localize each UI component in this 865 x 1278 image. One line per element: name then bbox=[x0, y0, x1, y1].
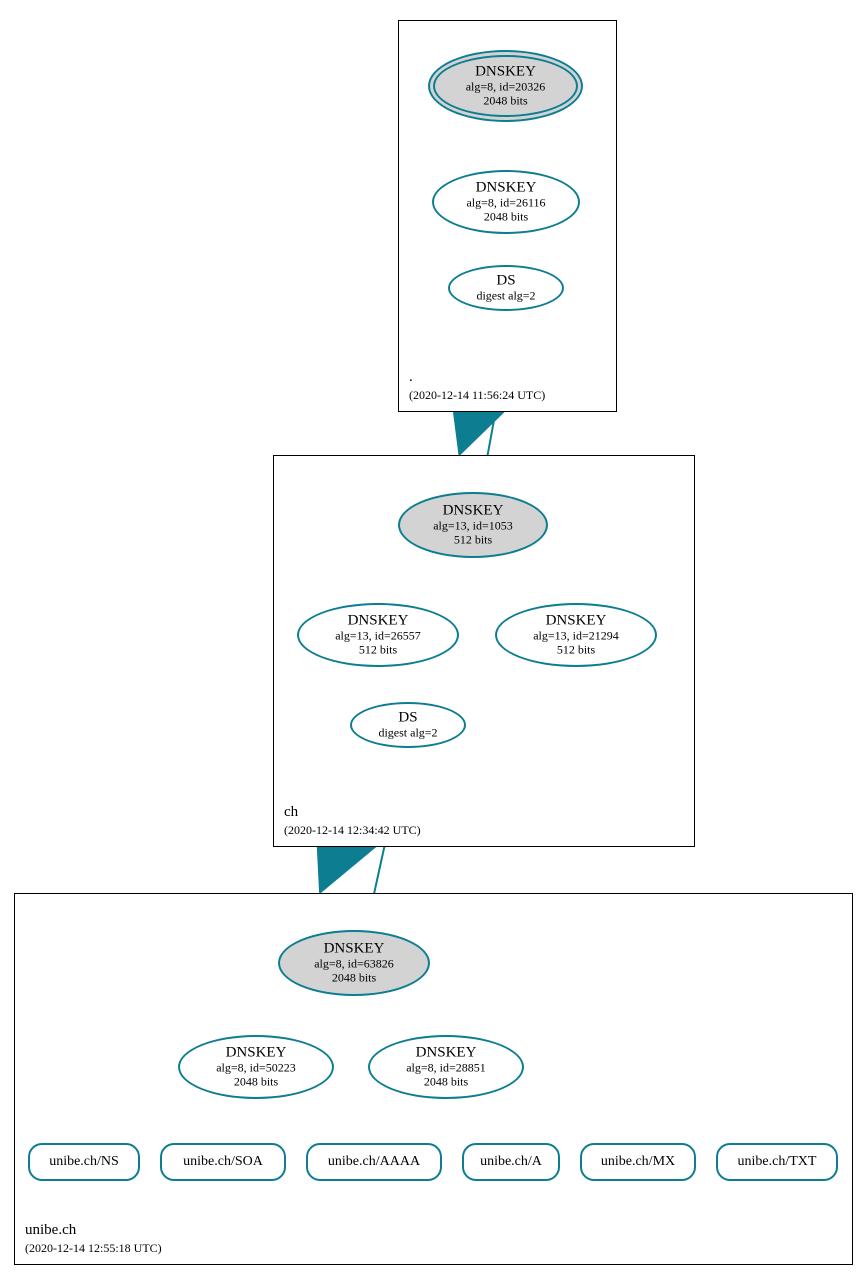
root-ds-l1: digest alg=2 bbox=[448, 290, 564, 304]
ch-ksk-l2: 512 bits bbox=[398, 534, 548, 548]
root-zsk-l1: alg=8, id=26116 bbox=[432, 197, 580, 211]
rr-a: unibe.ch/A bbox=[462, 1143, 560, 1181]
root-ds-title: DS bbox=[448, 272, 564, 289]
unibe-zsk2: DNSKEY alg=8, id=28851 2048 bits bbox=[368, 1035, 524, 1099]
rr-soa: unibe.ch/SOA bbox=[160, 1143, 286, 1181]
ch-ds-title: DS bbox=[350, 709, 466, 726]
zone-ch-ts: (2020-12-14 12:34:42 UTC) bbox=[284, 822, 421, 838]
dnssec-diagram: . (2020-12-14 11:56:24 UTC) DNSKEY alg=8… bbox=[0, 0, 865, 1278]
ch-zsk1-title: DNSKEY bbox=[297, 613, 459, 630]
rr-aaaa: unibe.ch/AAAA bbox=[306, 1143, 442, 1181]
rr-ns-label: unibe.ch/NS bbox=[49, 1154, 119, 1170]
rr-txt: unibe.ch/TXT bbox=[716, 1143, 838, 1181]
unibe-zsk1-title: DNSKEY bbox=[178, 1045, 334, 1062]
rr-soa-label: unibe.ch/SOA bbox=[183, 1154, 263, 1170]
root-ksk: DNSKEY alg=8, id=20326 2048 bits bbox=[428, 50, 583, 122]
root-zsk: DNSKEY alg=8, id=26116 2048 bits bbox=[432, 170, 580, 234]
zone-root-name: . bbox=[409, 367, 545, 387]
zone-root-ts: (2020-12-14 11:56:24 UTC) bbox=[409, 387, 545, 403]
rr-ns: unibe.ch/NS bbox=[28, 1143, 140, 1181]
root-ksk-l2: 2048 bits bbox=[428, 95, 583, 109]
zone-root-label: . (2020-12-14 11:56:24 UTC) bbox=[409, 367, 545, 403]
zone-unibe-ts: (2020-12-14 12:55:18 UTC) bbox=[25, 1240, 162, 1256]
rr-a-label: unibe.ch/A bbox=[480, 1154, 542, 1170]
ch-ksk-l1: alg=13, id=1053 bbox=[398, 520, 548, 534]
zone-unibe-name: unibe.ch bbox=[25, 1220, 162, 1240]
zone-unibe-label: unibe.ch (2020-12-14 12:55:18 UTC) bbox=[25, 1220, 162, 1256]
root-zsk-title: DNSKEY bbox=[432, 180, 580, 197]
unibe-ksk-title: DNSKEY bbox=[278, 941, 430, 958]
ch-zsk2-title: DNSKEY bbox=[495, 613, 657, 630]
ch-ds: DS digest alg=2 bbox=[350, 702, 466, 748]
rr-mx-label: unibe.ch/MX bbox=[601, 1154, 675, 1170]
ch-ds-l1: digest alg=2 bbox=[350, 727, 466, 741]
unibe-ksk: DNSKEY alg=8, id=63826 2048 bits bbox=[278, 930, 430, 996]
unibe-ksk-l1: alg=8, id=63826 bbox=[278, 958, 430, 972]
ch-zsk1-l2: 512 bits bbox=[297, 644, 459, 658]
unibe-ksk-l2: 2048 bits bbox=[278, 972, 430, 986]
ch-zsk1: DNSKEY alg=13, id=26557 512 bits bbox=[297, 603, 459, 667]
rr-aaaa-label: unibe.ch/AAAA bbox=[328, 1154, 420, 1170]
ch-ksk: DNSKEY alg=13, id=1053 512 bits bbox=[398, 492, 548, 558]
ch-zsk2-l1: alg=13, id=21294 bbox=[495, 630, 657, 644]
unibe-zsk1: DNSKEY alg=8, id=50223 2048 bits bbox=[178, 1035, 334, 1099]
zone-ch-label: ch (2020-12-14 12:34:42 UTC) bbox=[284, 802, 421, 838]
rr-txt-label: unibe.ch/TXT bbox=[738, 1154, 817, 1170]
ch-ksk-title: DNSKEY bbox=[398, 503, 548, 520]
unibe-zsk2-l2: 2048 bits bbox=[368, 1076, 524, 1090]
root-ksk-l1: alg=8, id=20326 bbox=[428, 81, 583, 95]
unibe-zsk1-l2: 2048 bits bbox=[178, 1076, 334, 1090]
root-ds: DS digest alg=2 bbox=[448, 265, 564, 311]
ch-zsk2: DNSKEY alg=13, id=21294 512 bits bbox=[495, 603, 657, 667]
root-ksk-title: DNSKEY bbox=[428, 64, 583, 81]
zone-ch-name: ch bbox=[284, 802, 421, 822]
root-zsk-l2: 2048 bits bbox=[432, 211, 580, 225]
ch-zsk2-l2: 512 bits bbox=[495, 644, 657, 658]
unibe-zsk2-l1: alg=8, id=28851 bbox=[368, 1062, 524, 1076]
ch-zsk1-l1: alg=13, id=26557 bbox=[297, 630, 459, 644]
unibe-zsk2-title: DNSKEY bbox=[368, 1045, 524, 1062]
rr-mx: unibe.ch/MX bbox=[580, 1143, 696, 1181]
unibe-zsk1-l1: alg=8, id=50223 bbox=[178, 1062, 334, 1076]
